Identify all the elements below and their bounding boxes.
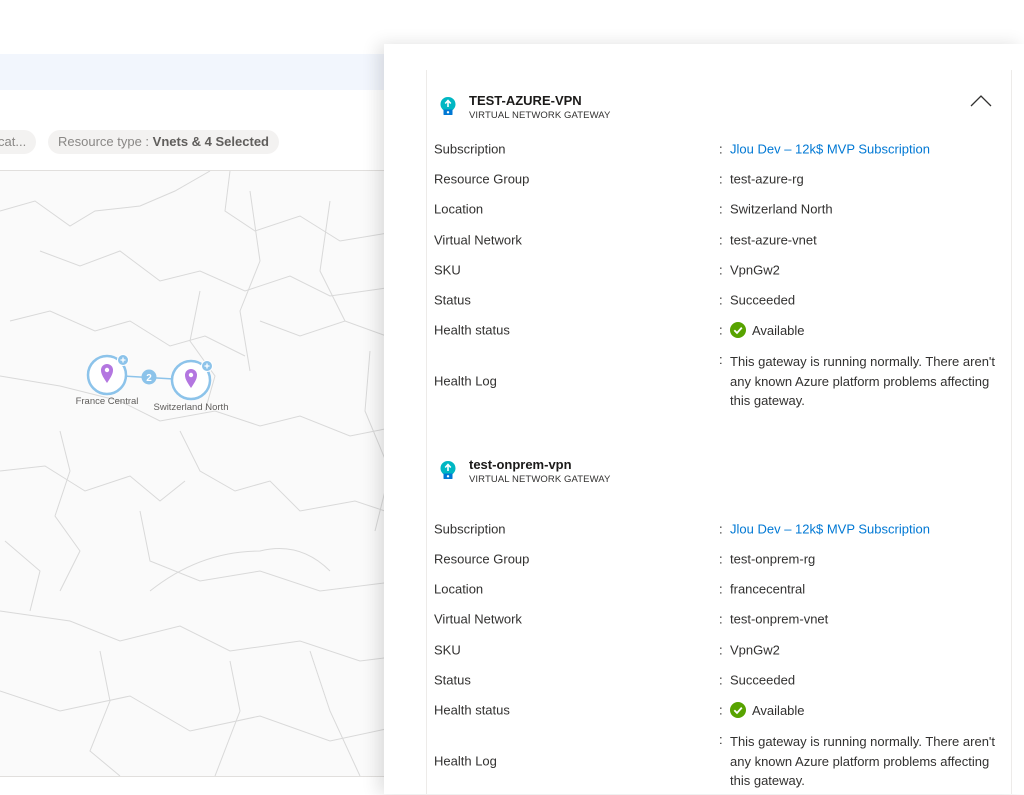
- detail-separator: :: [719, 611, 723, 627]
- detail-separator: :: [719, 322, 723, 338]
- detail-label: Virtual Network: [434, 232, 522, 248]
- subscription-link[interactable]: Jlou Dev – 12k$ MVP Subscription: [730, 142, 930, 157]
- detail-label: Location: [434, 581, 484, 597]
- chevron-up-icon[interactable]: [969, 92, 993, 110]
- health-status-value: Available: [730, 322, 805, 338]
- detail-separator: :: [719, 581, 723, 597]
- detail-separator: :: [719, 642, 723, 658]
- detail-value: Succeeded: [730, 292, 796, 308]
- detail-separator: :: [719, 262, 723, 278]
- detail-label: Subscription: [434, 521, 506, 537]
- detail-value: test-azure-vnet: [730, 232, 817, 248]
- detail-separator: :: [719, 171, 723, 187]
- detail-value: VpnGw2: [730, 262, 780, 278]
- gateway-header: TEST-AZURE-VPN VIRTUAL NETWORK GATEWAY: [439, 92, 999, 124]
- detail-row-sku: SKU : VpnGw2: [427, 635, 1011, 665]
- detail-label: Virtual Network: [434, 611, 522, 627]
- detail-row-virtual-network: Virtual Network : test-azure-vnet: [427, 225, 1011, 255]
- health-log-text: This gateway is running normally. There …: [730, 354, 996, 408]
- location-filter-pill[interactable]: cat...: [0, 130, 37, 154]
- detail-label: Status: [434, 292, 471, 308]
- resource-type-filter-label: Resource type :: [58, 134, 153, 149]
- detail-label: Health Log: [434, 373, 497, 389]
- health-status-value: Available: [730, 702, 805, 718]
- resource-type-filter-pill[interactable]: Resource type : Vnets & 4 Selected: [48, 130, 279, 154]
- detail-value: test-azure-rg: [730, 171, 804, 187]
- toolbar: [0, 90, 400, 129]
- bottom-bar: [0, 776, 400, 795]
- detail-value: Switzerland North: [730, 201, 833, 217]
- detail-row-location: Location : Switzerland North: [427, 194, 1011, 224]
- subscription-link[interactable]: Jlou Dev – 12k$ MVP Subscription: [730, 522, 930, 537]
- detail-label: Health status: [434, 702, 510, 718]
- detail-row-status: Status : Succeeded: [427, 285, 1011, 315]
- detail-separator: :: [719, 352, 723, 367]
- detail-separator: :: [719, 141, 723, 157]
- detail-label: Health Log: [434, 753, 497, 769]
- detail-separator: :: [719, 672, 723, 688]
- detail-row-health-status: Health status : Available: [427, 315, 1011, 345]
- detail-separator: :: [719, 232, 723, 248]
- topology-map[interactable]: 2 France Central Switzerland North: [0, 171, 400, 776]
- detail-value: Succeeded: [730, 672, 796, 688]
- health-status-text: Available: [752, 323, 805, 338]
- map-node-france-central[interactable]: [86, 354, 129, 396]
- detail-separator: :: [719, 292, 723, 308]
- health-status-text: Available: [752, 703, 805, 718]
- connection-count-badge[interactable]: 2: [141, 369, 157, 385]
- gateway-details-panel: TEST-AZURE-VPN VIRTUAL NETWORK GATEWAY S…: [384, 44, 1024, 794]
- detail-label: SKU: [434, 262, 461, 278]
- detail-label: Resource Group: [434, 171, 530, 187]
- detail-value: francecentral: [730, 581, 806, 597]
- gateway-header: test-onprem-vpn VIRTUAL NETWORK GATEWAY: [439, 456, 999, 488]
- detail-separator: :: [719, 732, 723, 747]
- gateway-type: VIRTUAL NETWORK GATEWAY: [469, 110, 611, 121]
- detail-label: SKU: [434, 642, 461, 658]
- header-band: [0, 54, 400, 90]
- detail-row-sku: SKU : VpnGw2: [427, 255, 1011, 285]
- detail-label: Subscription: [434, 141, 506, 157]
- detail-value: test-onprem-rg: [730, 551, 816, 567]
- resource-type-filter-value: Vnets & 4 Selected: [152, 134, 269, 149]
- detail-row-resource-group: Resource Group : test-onprem-rg: [427, 544, 1011, 574]
- detail-label: Resource Group: [434, 551, 530, 567]
- vpn-gateway-icon: [440, 97, 456, 115]
- connection-count: 2: [146, 373, 152, 384]
- detail-row-subscription: Subscription : Jlou Dev – 12k$ MVP Subsc…: [427, 514, 1011, 544]
- detail-row-subscription: Subscription : Jlou Dev – 12k$ MVP Subsc…: [427, 134, 1011, 164]
- detail-label: Health status: [434, 322, 510, 338]
- detail-separator: :: [719, 551, 723, 567]
- map-label-switzerland-north: Switzerland North: [154, 402, 229, 413]
- detail-value: VpnGw2: [730, 642, 780, 658]
- detail-row-health-log: Health Log : This gateway is running nor…: [427, 730, 1011, 792]
- vpn-gateway-icon: [440, 461, 456, 479]
- detail-row-status: Status : Succeeded: [427, 665, 1011, 695]
- detail-separator: :: [719, 702, 723, 718]
- gateway-type: VIRTUAL NETWORK GATEWAY: [469, 474, 611, 485]
- map-node-switzerland-north[interactable]: [170, 359, 213, 401]
- map-borders: 2 France Central Switzerland North: [0, 171, 400, 776]
- detail-label: Location: [434, 201, 484, 217]
- detail-row-health-status: Health status : Available: [427, 695, 1011, 725]
- detail-row-health-log: Health Log : This gateway is running nor…: [427, 350, 1011, 412]
- detail-separator: :: [719, 521, 723, 537]
- map-label-france-central: France Central: [76, 396, 139, 407]
- detail-row-virtual-network: Virtual Network : test-onprem-vnet: [427, 604, 1011, 634]
- detail-separator: :: [719, 201, 723, 217]
- health-log-text: This gateway is running normally. There …: [730, 734, 996, 788]
- gateway-name[interactable]: test-onprem-vpn: [469, 457, 572, 472]
- detail-row-location: Location : francecentral: [427, 574, 1011, 604]
- check-circle-icon: [730, 322, 746, 338]
- location-filter-text: cat...: [0, 134, 27, 149]
- gateway-details-list: TEST-AZURE-VPN VIRTUAL NETWORK GATEWAY S…: [426, 70, 1012, 794]
- detail-value: test-onprem-vnet: [730, 611, 829, 627]
- gateway-name[interactable]: TEST-AZURE-VPN: [469, 93, 582, 108]
- detail-label: Status: [434, 672, 471, 688]
- detail-row-resource-group: Resource Group : test-azure-rg: [427, 164, 1011, 194]
- check-circle-icon: [730, 702, 746, 718]
- filter-bar: cat... Resource type : Vnets & 4 Selecte…: [0, 128, 400, 171]
